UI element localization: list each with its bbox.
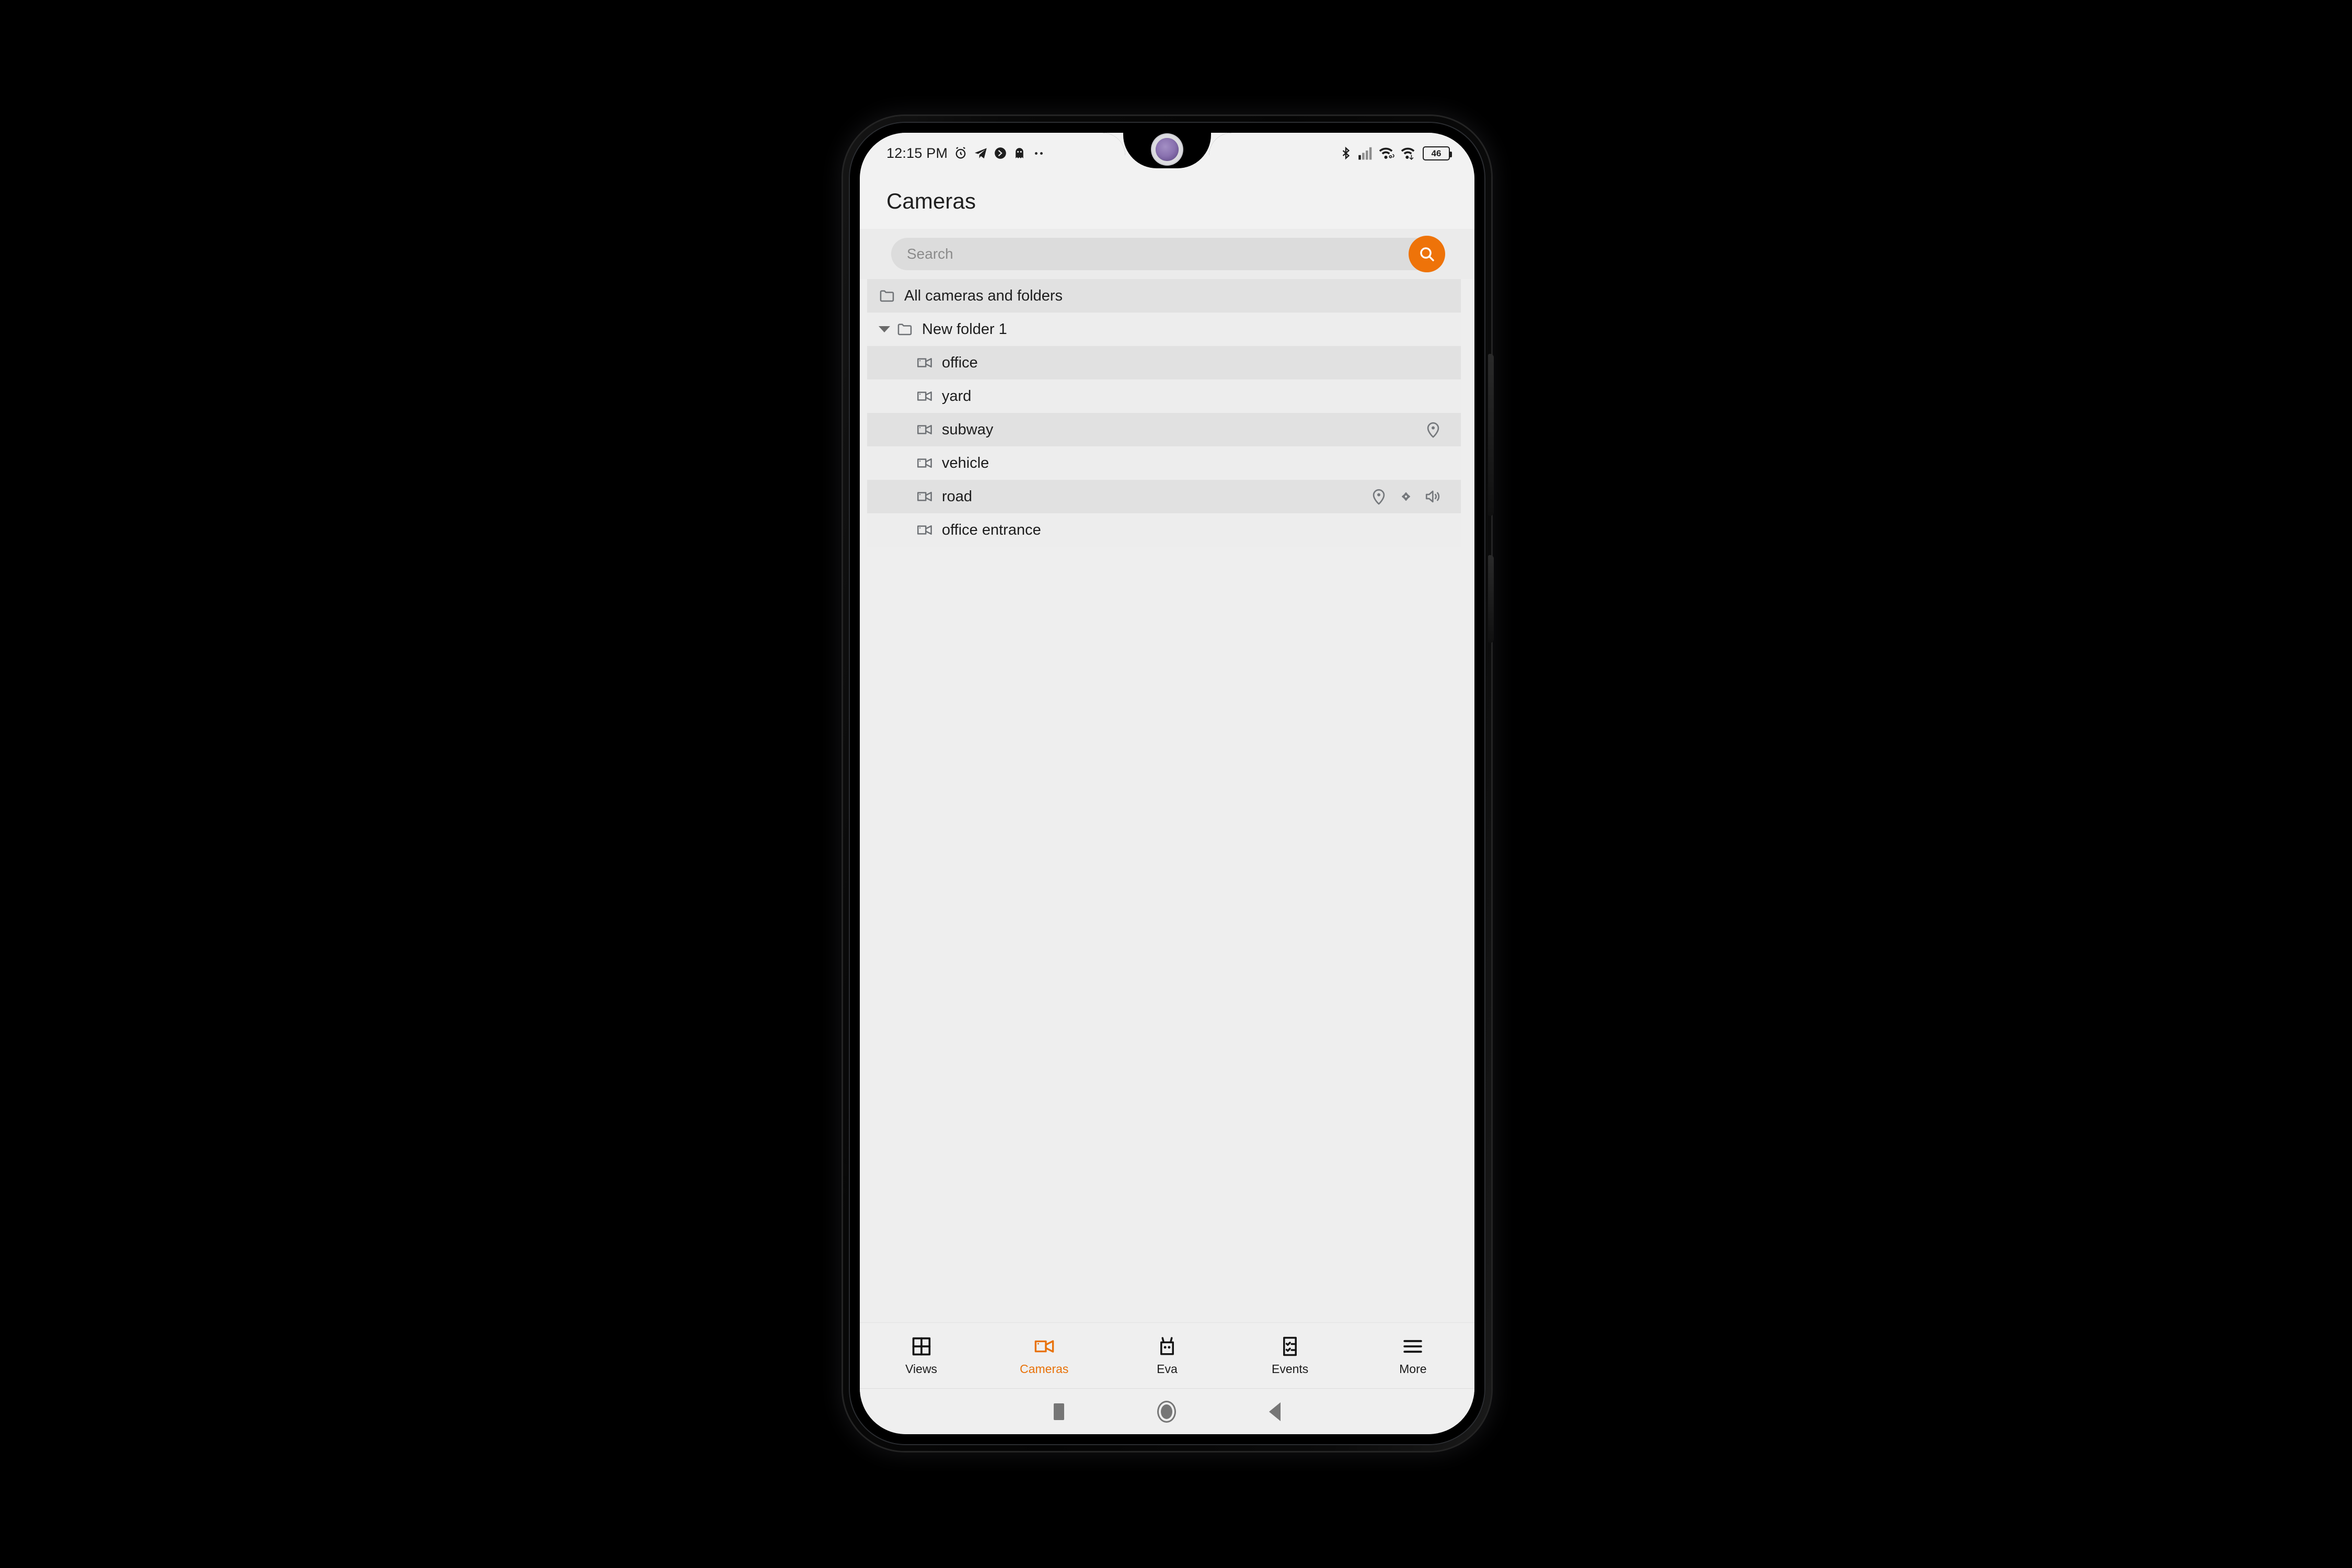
video-camera-icon <box>917 391 932 401</box>
list-item-label: subway <box>942 421 994 438</box>
video-camera-icon <box>917 358 932 367</box>
camera-list-item[interactable]: yard <box>867 379 1461 413</box>
location-pin-icon[interactable] <box>1424 421 1442 439</box>
folder-icon <box>896 321 913 338</box>
list-item-label: office entrance <box>942 521 1041 538</box>
video-camera-icon <box>916 488 933 505</box>
status-bar-right: 46 <box>1339 146 1452 160</box>
video-camera-icon <box>917 525 932 535</box>
ellipsis-icon <box>1035 152 1043 155</box>
folder-icon <box>897 324 912 336</box>
location-pin-icon <box>1373 489 1385 505</box>
chevron-down-icon[interactable] <box>879 326 890 332</box>
list-item-label: office <box>942 354 978 371</box>
robot-icon <box>1160 1336 1174 1355</box>
wifi-transfer-icon <box>1401 147 1415 160</box>
folder-icon <box>879 287 895 304</box>
list-item-actions <box>1370 488 1461 505</box>
folder-icon <box>880 290 894 302</box>
video-camera-icon <box>916 455 933 471</box>
bluetooth-icon <box>1342 146 1350 160</box>
list-item-label: New folder 1 <box>922 320 1007 338</box>
camera-list-item[interactable]: road <box>867 480 1461 513</box>
status-bar-left: 12:15 PM <box>886 145 1043 162</box>
tab-more[interactable]: More <box>1366 1335 1459 1376</box>
folder-list-item[interactable]: All cameras and folders <box>867 279 1461 313</box>
tab-cameras[interactable]: Cameras <box>998 1335 1091 1376</box>
search-button[interactable] <box>1409 236 1445 272</box>
alarm-clock-icon <box>955 147 966 159</box>
list-item-label: road <box>942 488 973 505</box>
video-camera-icon <box>917 492 932 501</box>
app-header: Cameras <box>860 174 1474 229</box>
camera-list-item[interactable]: vehicle <box>867 446 1461 480</box>
checklist-icon <box>1283 1336 1297 1356</box>
list-item-label: yard <box>942 387 972 405</box>
hamburger-menu-icon <box>1403 1340 1423 1353</box>
video-camera-icon <box>1034 1340 1054 1353</box>
hamburger-menu-icon <box>1402 1335 1424 1357</box>
grid-icon <box>910 1335 932 1357</box>
battery-level-label: 46 <box>1431 148 1442 158</box>
tab-label: Events <box>1271 1362 1309 1376</box>
camera-list-item[interactable]: office entrance <box>867 513 1461 547</box>
location-pin-icon[interactable] <box>1370 488 1388 505</box>
tab-eva[interactable]: Eva <box>1121 1335 1214 1376</box>
volume-rocker-button[interactable] <box>1488 354 1494 516</box>
back-button[interactable] <box>1269 1402 1281 1421</box>
phone-device-frame: 12:15 PM 46 Cameras Search All cameras a… <box>843 116 1494 1451</box>
cellular-signal-icon <box>1358 147 1372 160</box>
grid-icon <box>912 1337 930 1355</box>
tab-label: Views <box>905 1362 938 1376</box>
checklist-icon <box>1279 1335 1301 1357</box>
list-item-label: vehicle <box>942 454 989 471</box>
search-icon <box>1420 247 1434 261</box>
home-button[interactable] <box>1157 1400 1176 1423</box>
video-camera-icon <box>916 421 933 438</box>
robot-icon <box>1156 1335 1178 1357</box>
battery-icon: 46 <box>1423 146 1452 160</box>
video-camera-icon <box>916 354 933 371</box>
search-bar-container <box>860 229 1474 279</box>
tab-label: More <box>1399 1362 1427 1376</box>
page-title: Cameras <box>886 189 976 213</box>
tab-label: Cameras <box>1020 1362 1069 1376</box>
list-item-actions <box>1424 421 1461 439</box>
ghost-icon <box>1016 147 1023 158</box>
camera-list[interactable]: All cameras and folders New folder 1 offic… <box>860 279 1474 1322</box>
phone-screen: 12:15 PM 46 Cameras Search All cameras a… <box>860 133 1474 1434</box>
ptz-control-icon[interactable] <box>1397 488 1415 505</box>
tab-label: Eva <box>1157 1362 1178 1376</box>
tab-events[interactable]: Events <box>1243 1335 1336 1376</box>
search-input[interactable] <box>891 238 1443 270</box>
telegram-icon <box>975 147 987 158</box>
video-camera-icon <box>1033 1335 1055 1357</box>
video-camera-icon <box>916 522 933 538</box>
list-item-label: All cameras and folders <box>904 287 1063 304</box>
recents-button[interactable] <box>1054 1403 1064 1420</box>
chevron-circle-icon <box>995 147 1007 159</box>
speaker-icon[interactable] <box>1424 488 1442 505</box>
status-bar: 12:15 PM 46 <box>860 133 1474 174</box>
wifi-link-icon <box>1379 147 1394 159</box>
tab-views[interactable]: Views <box>875 1335 968 1376</box>
android-navigation-bar <box>860 1388 1474 1434</box>
video-camera-icon <box>917 458 932 468</box>
bottom-tab-bar: Views Cameras Eva Events More <box>860 1322 1474 1388</box>
location-pin-icon <box>1427 422 1439 438</box>
folder-list-item[interactable]: New folder 1 <box>867 313 1461 346</box>
speaker-icon <box>1425 490 1440 503</box>
ptz-control-icon <box>1401 492 1411 501</box>
video-camera-icon <box>917 425 932 434</box>
video-camera-icon <box>916 388 933 405</box>
power-button[interactable] <box>1488 555 1494 643</box>
camera-list-item[interactable]: office <box>867 346 1461 379</box>
camera-list-item[interactable]: subway <box>867 413 1461 446</box>
status-bar-clock: 12:15 PM <box>886 145 948 161</box>
